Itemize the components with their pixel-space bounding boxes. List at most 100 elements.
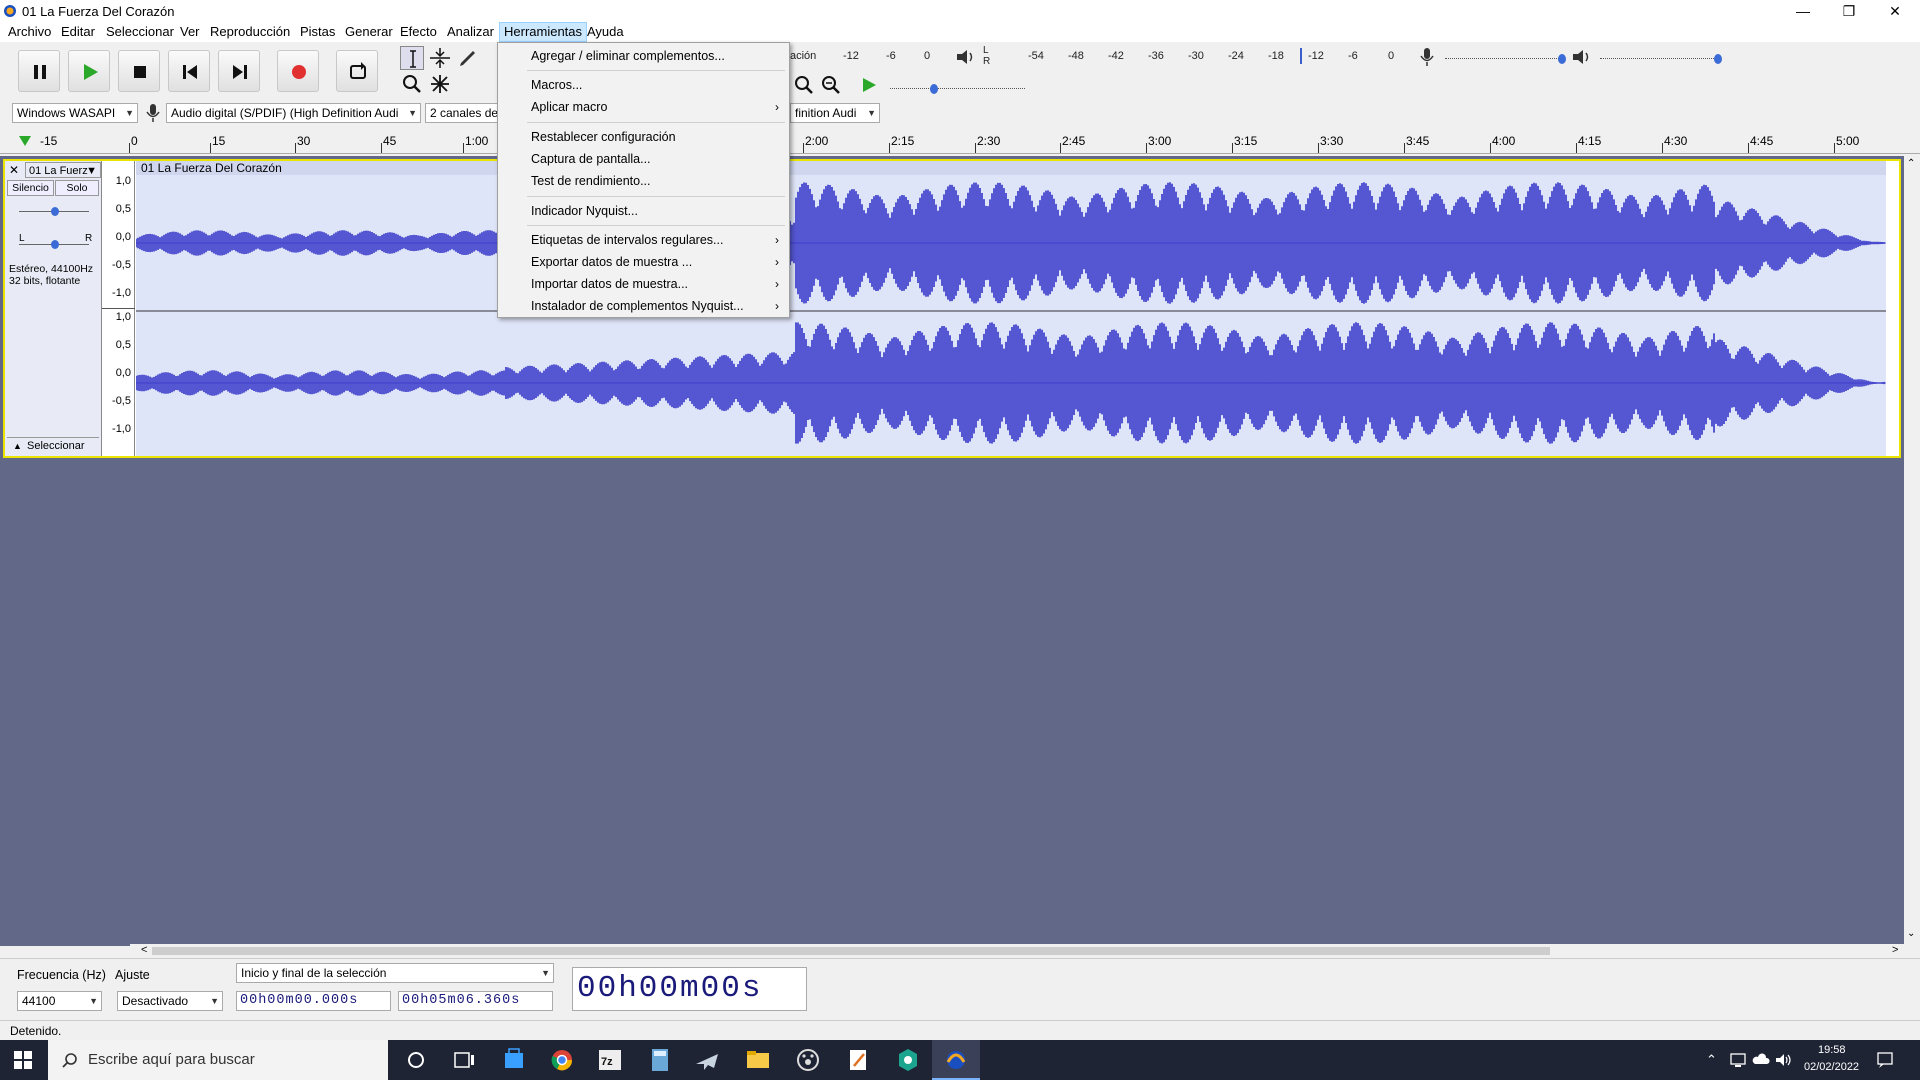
audacity-taskbar-icon[interactable] bbox=[932, 1040, 980, 1080]
record-meter-scale[interactable]: -54 -48 -42 -36 -30 -24 -18 -12 -6 0 bbox=[1000, 46, 1400, 66]
onedrive-icon[interactable] bbox=[1752, 1052, 1770, 1068]
network-icon[interactable] bbox=[1730, 1052, 1748, 1068]
skip-start-button[interactable] bbox=[168, 50, 210, 92]
stop-button[interactable] bbox=[118, 50, 160, 92]
dropdown-item[interactable]: Captura de pantalla... bbox=[498, 148, 789, 170]
track-area[interactable]: ✕ 01 La Fuerz ▼ Silencio Solo L R Estéreo… bbox=[0, 156, 1905, 946]
menu-ver[interactable]: Ver bbox=[176, 22, 204, 42]
play-at-speed-icon[interactable] bbox=[858, 74, 880, 96]
clock-date[interactable]: 02/02/2022 bbox=[1804, 1061, 1859, 1073]
dropdown-item[interactable]: Test de rendimiento... bbox=[498, 170, 789, 192]
close-button[interactable]: ✕ bbox=[1872, 0, 1918, 22]
scroll-up-icon[interactable]: ⌃ bbox=[1907, 158, 1915, 169]
select-track-button[interactable]: ▲ Seleccionar bbox=[7, 437, 99, 453]
record-button[interactable] bbox=[277, 50, 319, 92]
play-speed-thumb[interactable] bbox=[930, 84, 938, 94]
selection-tool[interactable] bbox=[400, 46, 424, 70]
menu-pistas[interactable]: Pistas bbox=[296, 22, 339, 42]
calculator-icon[interactable] bbox=[636, 1040, 684, 1080]
menu-generar[interactable]: Generar bbox=[341, 22, 397, 42]
host-select[interactable]: Windows WASAPI ▼ bbox=[12, 103, 138, 123]
snap-select[interactable]: Desactivado ▼ bbox=[117, 991, 223, 1011]
loop-button[interactable] bbox=[336, 50, 378, 92]
notifications-icon[interactable] bbox=[1876, 1051, 1894, 1069]
menu-archivo[interactable]: Archivo bbox=[4, 22, 55, 42]
dropdown-item[interactable]: Importar datos de muestra... › bbox=[498, 273, 789, 295]
selection-end-time[interactable]: 00h05m06.360s bbox=[398, 991, 553, 1011]
menu-analizar[interactable]: Analizar bbox=[443, 22, 498, 42]
menu-seleccionar[interactable]: Seleccionar bbox=[102, 22, 178, 42]
close-track-icon[interactable]: ✕ bbox=[9, 163, 19, 177]
input-volume-thumb[interactable] bbox=[1558, 54, 1566, 64]
timeline-ruler[interactable]: -15 0 15 30 45 1:00 2:00 2:15 2:30 2:45 3:00 3:15 3… bbox=[0, 130, 1920, 154]
play-speed-slider[interactable] bbox=[890, 88, 1025, 89]
shield-app-icon[interactable] bbox=[884, 1040, 932, 1080]
restore-button[interactable]: ❐ bbox=[1826, 0, 1872, 22]
audio-track[interactable]: ✕ 01 La Fuerz ▼ Silencio Solo L R Estéreo… bbox=[3, 159, 1901, 458]
dropdown-item[interactable]: Indicador Nyquist... bbox=[498, 200, 789, 222]
gain-thumb[interactable] bbox=[51, 207, 59, 216]
cortana-icon[interactable] bbox=[392, 1040, 440, 1080]
horizontal-scrollbar[interactable]: < > bbox=[130, 944, 1905, 958]
solo-button[interactable]: Solo bbox=[55, 180, 99, 196]
volume-icon[interactable] bbox=[1774, 1052, 1792, 1068]
paw-app-icon[interactable] bbox=[784, 1040, 832, 1080]
scroll-down-icon[interactable]: ⌄ bbox=[1907, 928, 1915, 939]
taskbar-search-box[interactable]: Escribe aquí para buscar bbox=[48, 1040, 388, 1080]
chevron-down-icon: ▼ bbox=[408, 108, 417, 118]
chrome-icon[interactable] bbox=[538, 1040, 586, 1080]
horizontal-scroll-thumb[interactable] bbox=[152, 947, 1550, 955]
zoom-tool[interactable] bbox=[400, 72, 424, 96]
output-volume-thumb[interactable] bbox=[1714, 54, 1722, 64]
minimize-button[interactable]: — bbox=[1780, 0, 1826, 22]
audio-position-time[interactable]: 00h00m00s bbox=[572, 967, 807, 1011]
vertical-scale[interactable]: 1,0 0,5 0,0 -0,5 -1,0 1,0 0,5 0,0 -0,5 -… bbox=[102, 161, 135, 456]
output-device-select[interactable]: finition Audi ▼ bbox=[790, 103, 880, 123]
output-volume-slider[interactable] bbox=[1600, 58, 1720, 60]
envelope-tool[interactable] bbox=[428, 46, 452, 70]
task-view-icon[interactable] bbox=[440, 1040, 488, 1080]
vertical-scrollbar[interactable]: ⌃ ⌄ bbox=[1904, 156, 1920, 946]
dropdown-item[interactable]: Macros... bbox=[498, 74, 789, 96]
waveform-clip[interactable]: 01 La Fuerza Del Corazón bbox=[136, 161, 1886, 456]
menu-ayuda[interactable]: Ayuda bbox=[583, 22, 628, 42]
dropdown-item[interactable]: Restablecer configuración bbox=[498, 126, 789, 148]
store-icon[interactable] bbox=[490, 1040, 538, 1080]
menu-editar[interactable]: Editar bbox=[57, 22, 99, 42]
pause-button[interactable] bbox=[18, 50, 60, 92]
play-button[interactable] bbox=[68, 50, 110, 92]
mute-button[interactable]: Silencio bbox=[7, 180, 54, 196]
clock-time[interactable]: 19:58 bbox=[1818, 1044, 1846, 1056]
rate-select[interactable]: 44100 ▼ bbox=[17, 991, 102, 1011]
zoom-selection-icon[interactable] bbox=[793, 74, 815, 96]
skip-end-button[interactable] bbox=[218, 50, 260, 92]
dropdown-item[interactable]: Aplicar macro › bbox=[498, 96, 789, 118]
track-name-menu[interactable]: 01 La Fuerz ▼ bbox=[25, 162, 101, 178]
menu-efecto[interactable]: Efecto bbox=[396, 22, 441, 42]
file-explorer-icon[interactable] bbox=[734, 1040, 782, 1080]
selection-mode-select[interactable]: Inicio y final de la selección ▼ bbox=[236, 963, 554, 983]
multi-tool[interactable] bbox=[428, 72, 452, 96]
plane-app-icon[interactable] bbox=[684, 1040, 732, 1080]
scroll-right-icon[interactable]: > bbox=[1892, 944, 1898, 956]
menu-reproduccion[interactable]: Reproducción bbox=[206, 22, 294, 42]
windows-start-icon[interactable] bbox=[14, 1051, 32, 1069]
dropdown-item[interactable]: Exportar datos de muestra ... › bbox=[498, 251, 789, 273]
zoom-toggle-icon[interactable] bbox=[820, 74, 842, 96]
clip-title-bar[interactable]: 01 La Fuerza Del Corazón bbox=[136, 161, 1886, 175]
notepad-icon[interactable] bbox=[834, 1040, 882, 1080]
selection-start-time[interactable]: 00h00m00.000s bbox=[236, 991, 391, 1011]
speaker-meter-icon[interactable] bbox=[954, 46, 976, 68]
scroll-left-icon[interactable]: < bbox=[141, 944, 147, 956]
input-volume-slider[interactable] bbox=[1445, 58, 1565, 60]
pan-thumb[interactable] bbox=[51, 240, 59, 249]
dropdown-item[interactable]: Agregar / eliminar complementos... bbox=[498, 45, 789, 67]
input-device-select[interactable]: Audio digital (S/PDIF) (High Definition … bbox=[166, 103, 421, 123]
7zip-icon[interactable]: 7z bbox=[586, 1040, 634, 1080]
menu-herramientas[interactable]: Herramientas bbox=[499, 22, 588, 42]
draw-tool[interactable] bbox=[456, 46, 480, 70]
dropdown-item[interactable]: Etiquetas de intervalos regulares... › bbox=[498, 229, 789, 251]
channels-select[interactable]: 2 canales de bbox=[425, 103, 500, 123]
tray-expand-icon[interactable]: ⌃ bbox=[1706, 1052, 1717, 1068]
dropdown-item[interactable]: Instalador de complementos Nyquist... › bbox=[498, 295, 789, 317]
